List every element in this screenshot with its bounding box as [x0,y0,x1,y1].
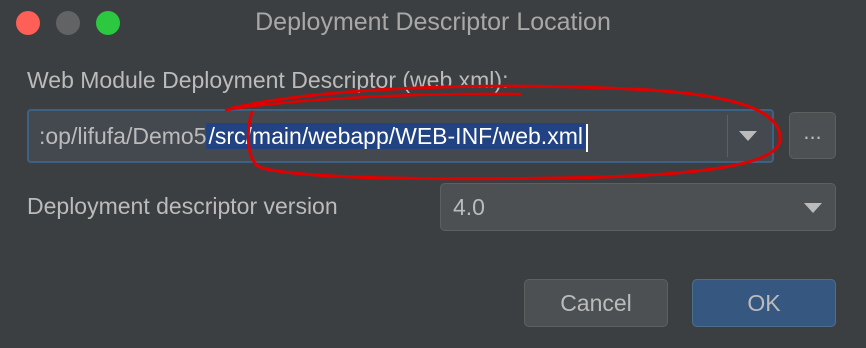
chevron-down-icon[interactable] [739,131,757,141]
descriptor-path-combo[interactable]: :op/lifufa/Demo5/src/main/webapp/WEB-INF… [27,109,774,163]
combo-divider [727,115,728,157]
chevron-down-icon [804,203,822,213]
window-title: Deployment Descriptor Location [255,8,611,36]
cancel-button[interactable]: Cancel [524,279,668,327]
version-select[interactable]: 4.0 [440,183,836,231]
browse-button[interactable]: ... [789,112,836,159]
descriptor-label: Web Module Deployment Descriptor (web.xm… [27,67,509,93]
version-label: Deployment descriptor version [27,193,338,219]
path-visible-prefix: :op/lifufa/Demo5 [39,123,207,149]
version-value: 4.0 [453,194,485,220]
title-bar: Deployment Descriptor Location [0,0,866,46]
text-caret [585,123,588,152]
descriptor-path-input[interactable]: :op/lifufa/Demo5/src/main/webapp/WEB-INF… [33,115,729,157]
path-selected-text: /src/main/webapp/WEB-INF/web.xml [206,123,585,149]
ok-button[interactable]: OK [692,279,836,327]
